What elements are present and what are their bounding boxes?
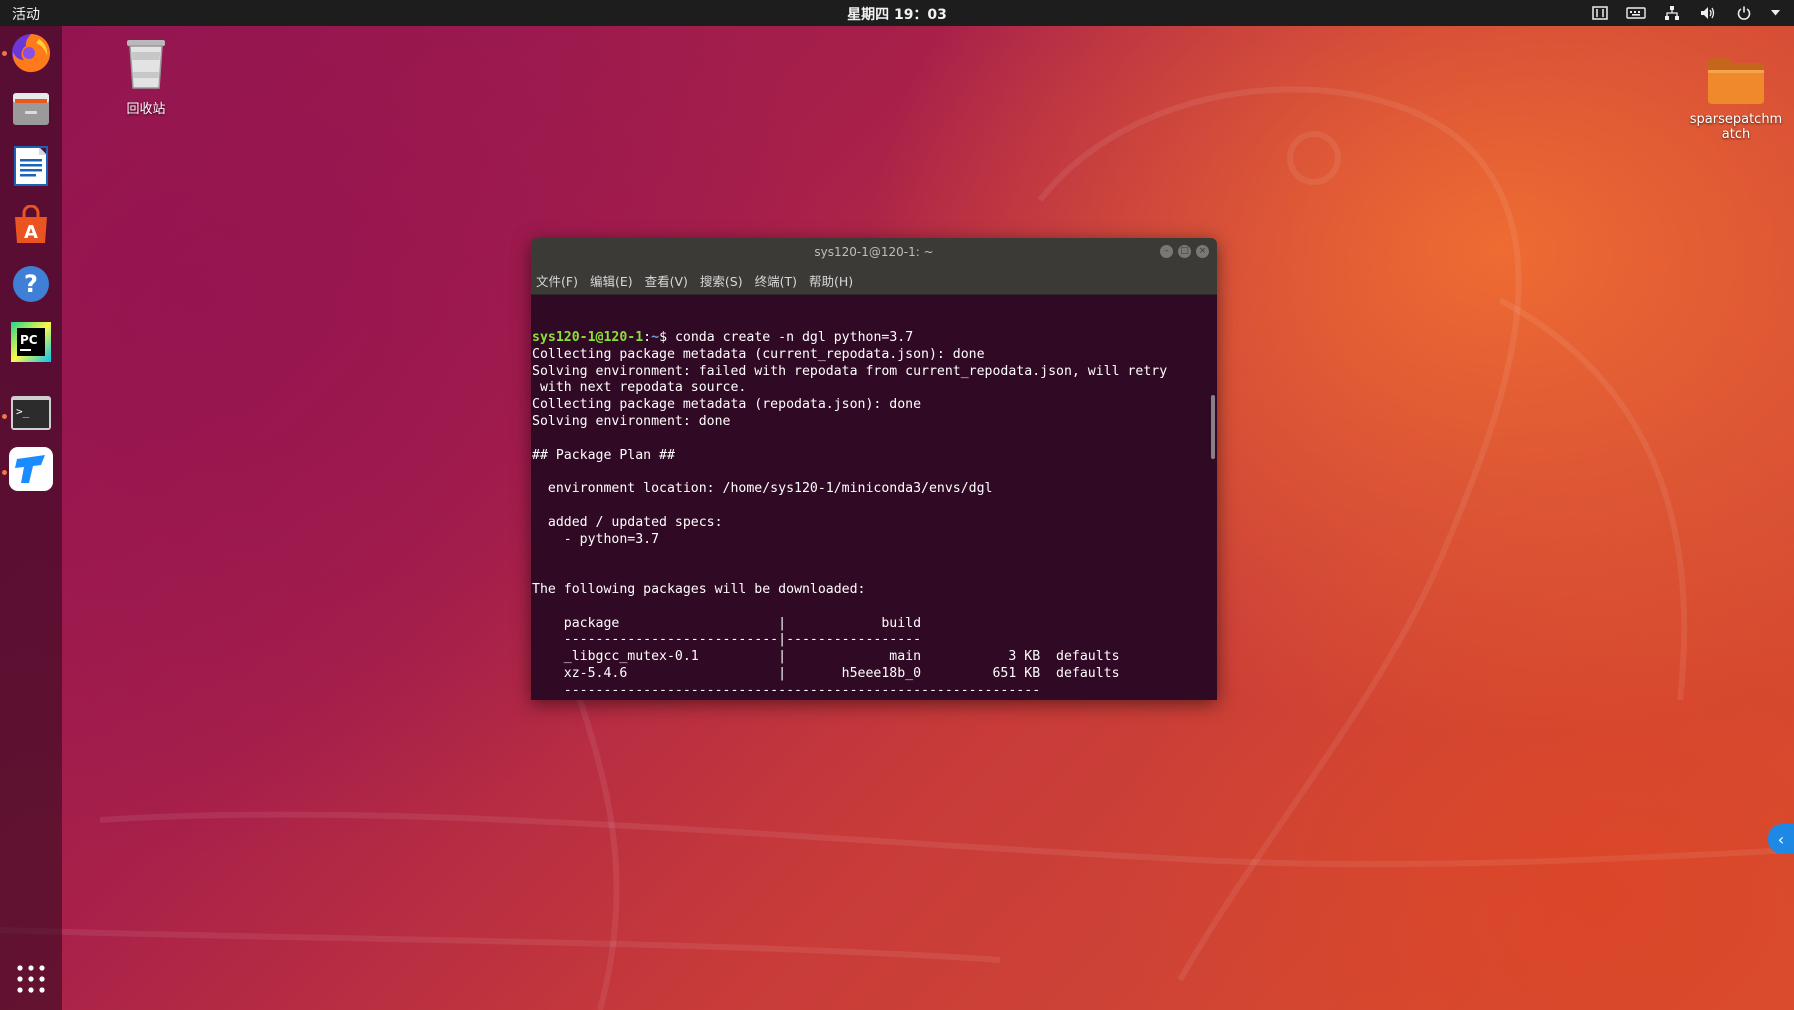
firefox-icon[interactable] (8, 30, 54, 76)
prompt-separator: : (643, 330, 652, 345)
activities-button[interactable]: 活动 (12, 4, 40, 24)
menu-file[interactable]: 文件(F) (536, 271, 578, 290)
folder-label-line2: atch (1721, 127, 1751, 142)
menu-help[interactable]: 帮助(H) (809, 271, 853, 290)
prompt-path: ~ (651, 330, 660, 345)
files-icon[interactable] (8, 86, 54, 132)
folder-icon (1708, 58, 1764, 104)
output-line: added / updated specs: (532, 514, 723, 530)
show-applications-icon[interactable] (8, 956, 54, 1002)
output-line: package | build (532, 615, 922, 631)
system-tray (1590, 3, 1780, 23)
folder-desktop-icon[interactable]: sparsepatchm atch (1686, 54, 1786, 142)
output-line: Solving environment: done (532, 413, 731, 429)
volume-icon[interactable] (1698, 4, 1718, 22)
menu-edit[interactable]: 编辑(E) (590, 271, 633, 290)
output-line: environment location: /home/sys120-1/min… (532, 481, 993, 497)
command-line: sys120-1@120-1:~$ conda create -n dgl py… (532, 330, 1217, 347)
window-controls: – □ × (1160, 245, 1209, 258)
writer-icon[interactable] (8, 143, 54, 189)
output-line: Solving environment: failed with repodat… (532, 363, 1168, 379)
output-line: - python=3.7 (532, 531, 660, 547)
output-line: ---------------------------|------------… (532, 632, 922, 648)
output-lines: Collecting package metadata (current_rep… (532, 347, 1217, 700)
trash-label: 回收站 (126, 102, 166, 117)
todesk-icon[interactable] (8, 446, 54, 492)
output-line: _libgcc_mutex-0.1 | main 3 KB defaults (532, 649, 1120, 665)
top-bar: 活动 星期四 19：03 (0, 0, 1794, 26)
pycharm-icon[interactable]: PC (8, 319, 54, 365)
close-icon[interactable]: × (1196, 245, 1209, 258)
power-icon[interactable] (1734, 4, 1754, 22)
clock-label[interactable]: 星期四 19：03 (847, 7, 947, 23)
menu-view[interactable]: 查看(V) (645, 271, 688, 290)
window-titlebar[interactable]: sys120-1@120-1: ~ – □ × (531, 238, 1217, 266)
terminal-window[interactable]: sys120-1@120-1: ~ – □ × 文件(F) 编辑(E) 查看(V… (531, 238, 1217, 700)
minimize-icon[interactable]: – (1160, 245, 1173, 258)
window-title: sys120-1@120-1: ~ (814, 245, 934, 259)
scrollbar[interactable] (1211, 395, 1215, 459)
svg-text:A: A (24, 222, 38, 243)
clock: 星期四 19：03 (0, 4, 1794, 24)
input-method-icon[interactable] (1590, 4, 1610, 22)
terminal-icon[interactable]: >_ (8, 390, 54, 436)
network-icon[interactable] (1662, 4, 1682, 22)
dock: A ? PC >_ (0, 26, 62, 1010)
menu-bar: 文件(F) 编辑(E) 查看(V) 搜索(S) 终端(T) 帮助(H) (531, 266, 1217, 295)
chevron-left-icon: ‹ (1777, 829, 1785, 849)
chevron-down-icon[interactable] (1770, 4, 1780, 22)
running-indicator (2, 470, 7, 475)
output-line: The following packages will be downloade… (532, 581, 866, 597)
output-line: Collecting package metadata (current_rep… (532, 346, 985, 362)
folder-label-line1: sparsepatchm (1689, 112, 1783, 127)
output-line: ----------------------------------------… (532, 682, 1041, 698)
maximize-icon[interactable]: □ (1178, 245, 1191, 258)
svg-text:>_: >_ (16, 405, 30, 418)
desktop: 活动 星期四 19：03 A ? PC >_ 回收站 sparsepatchm … (0, 0, 1794, 1010)
side-panel-toggle[interactable]: ‹ (1768, 824, 1794, 854)
prompt-dollar: $ (659, 330, 675, 345)
output-line: with next repodata source. (532, 380, 747, 396)
menu-terminal[interactable]: 终端(T) (755, 271, 797, 290)
svg-text:PC: PC (20, 333, 38, 347)
keyboard-icon[interactable] (1626, 4, 1646, 22)
output-line: ## Package Plan ## (532, 447, 675, 463)
running-indicator (2, 414, 7, 419)
command-text: conda create -n dgl python=3.7 (674, 330, 914, 345)
output-line: xz-5.4.6 | h5eee18b_0 651 KB defaults (532, 665, 1120, 681)
terminal-output[interactable]: sys120-1@120-1:~$ conda create -n dgl py… (531, 295, 1217, 700)
help-icon[interactable]: ? (8, 261, 54, 307)
prompt-user: sys120-1@120-1 (532, 330, 644, 345)
running-indicator (2, 51, 7, 56)
trash-icon (127, 40, 165, 89)
output-line: Collecting package metadata (repodata.js… (532, 397, 922, 413)
menu-search[interactable]: 搜索(S) (700, 271, 743, 290)
svg-text:?: ? (24, 270, 38, 298)
trash-desktop-icon[interactable]: 回收站 (104, 34, 188, 117)
software-icon[interactable]: A (8, 202, 54, 248)
